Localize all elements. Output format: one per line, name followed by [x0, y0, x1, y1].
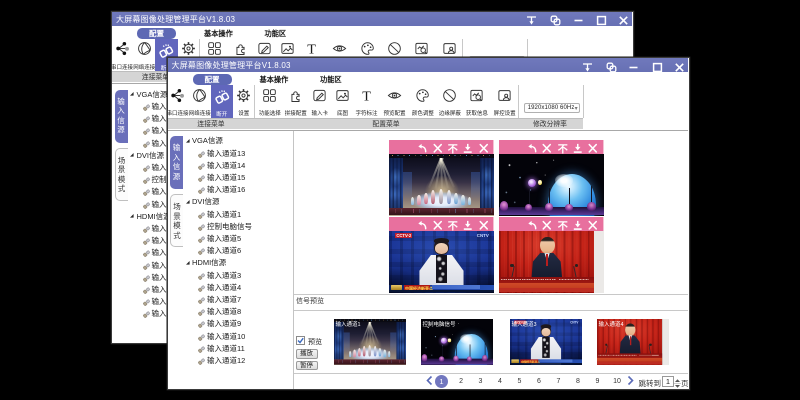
- svg-text:不: 不: [557, 144, 567, 154]
- svg-text:T: T: [362, 88, 371, 102]
- svg-text:不: 不: [448, 221, 458, 231]
- svg-text:不: 不: [448, 144, 458, 154]
- svg-text:不: 不: [557, 221, 567, 231]
- svg-text:T: T: [307, 42, 316, 56]
